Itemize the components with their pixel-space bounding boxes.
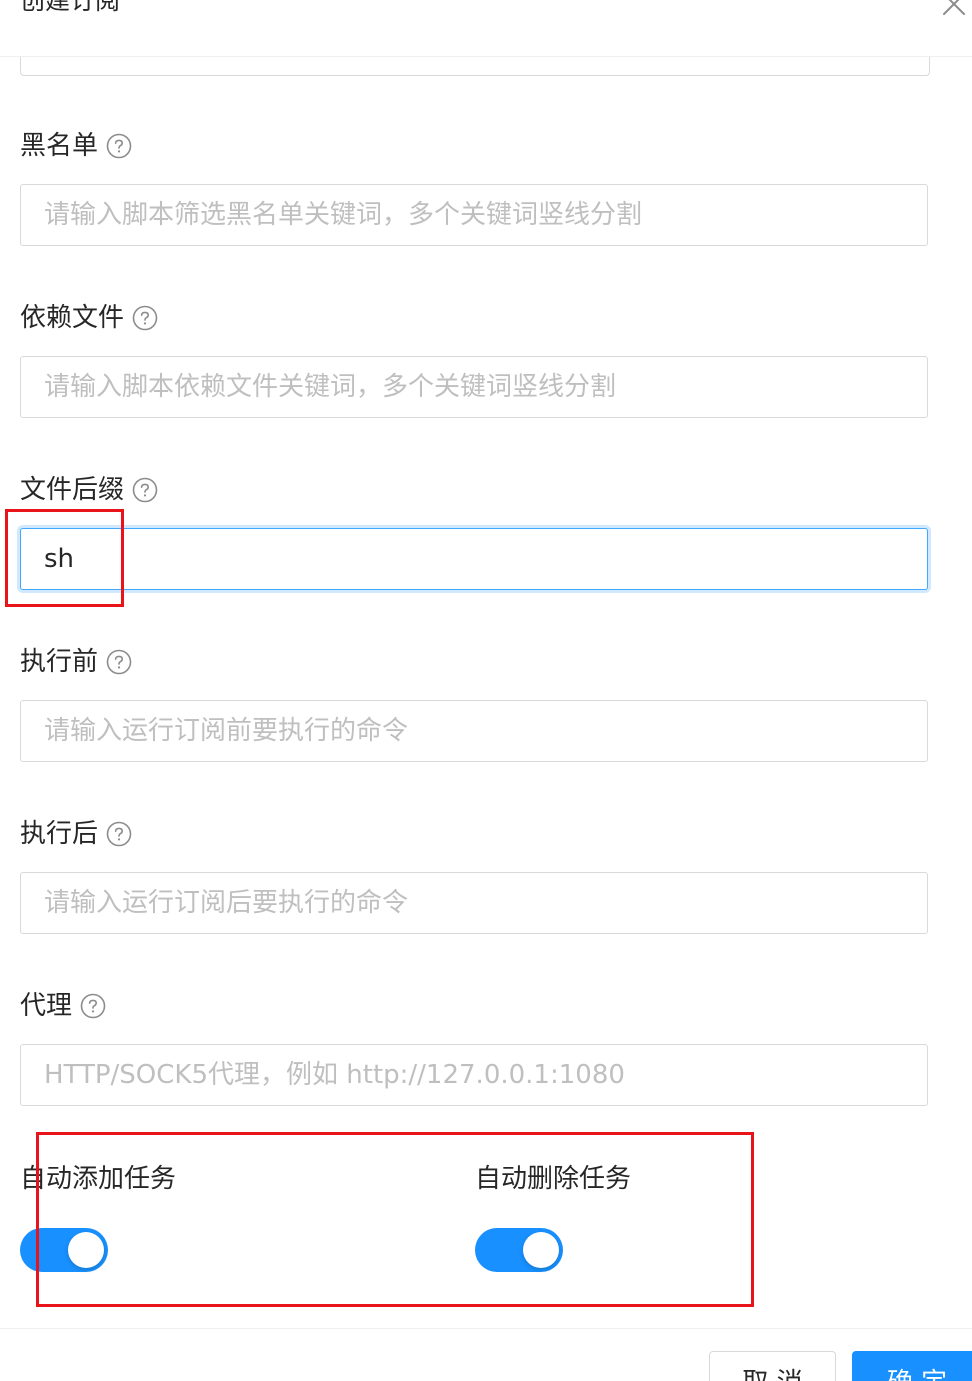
extensions-label-text: 文件后缀: [20, 475, 125, 505]
question-circle-icon: [106, 821, 132, 847]
switch-handle: [68, 1232, 104, 1268]
cancel-button[interactable]: 取 消: [709, 1351, 836, 1381]
sub-before-label: 执行前: [20, 646, 132, 678]
sub-after-label-text: 执行后: [20, 819, 99, 849]
blacklist-label-text: 黑名单: [20, 131, 99, 161]
question-circle-icon: [106, 133, 132, 159]
sub-after-input[interactable]: [20, 872, 928, 934]
extensions-input[interactable]: [20, 528, 928, 590]
sub-before-label-text: 执行前: [20, 647, 99, 677]
ok-button[interactable]: 确 定: [852, 1351, 972, 1381]
auto-add-label: 自动添加任务: [20, 1164, 177, 1194]
switch-handle: [523, 1232, 559, 1268]
close-icon[interactable]: [940, 0, 970, 22]
modal-header: 创建订阅: [0, 0, 972, 57]
question-circle-icon: [132, 305, 158, 331]
blacklist-input[interactable]: [20, 184, 928, 246]
auto-del-label: 自动删除任务: [475, 1164, 632, 1194]
question-circle-icon: [132, 477, 158, 503]
proxy-label-text: 代理: [20, 991, 73, 1021]
extensions-label: 文件后缀: [20, 474, 158, 506]
question-circle-icon: [106, 649, 132, 675]
dependence-label: 依赖文件: [20, 302, 158, 334]
annotation-box-switches: [36, 1132, 754, 1307]
auto-del-switch[interactable]: [475, 1228, 563, 1272]
proxy-input[interactable]: [20, 1044, 928, 1106]
question-circle-icon: [80, 993, 106, 1019]
modal-footer: 取 消 确 定: [0, 1328, 972, 1381]
dependence-label-text: 依赖文件: [20, 303, 125, 333]
modal-body: 黑名单 依赖文件 文件后缀 执行前: [0, 0, 972, 1328]
auto-add-switch[interactable]: [20, 1228, 108, 1272]
modal-title: 创建订阅: [20, 0, 121, 15]
sub-after-label: 执行后: [20, 818, 132, 850]
dependence-input[interactable]: [20, 356, 928, 418]
proxy-label: 代理: [20, 990, 106, 1022]
blacklist-label: 黑名单: [20, 130, 132, 162]
sub-before-input[interactable]: [20, 700, 928, 762]
